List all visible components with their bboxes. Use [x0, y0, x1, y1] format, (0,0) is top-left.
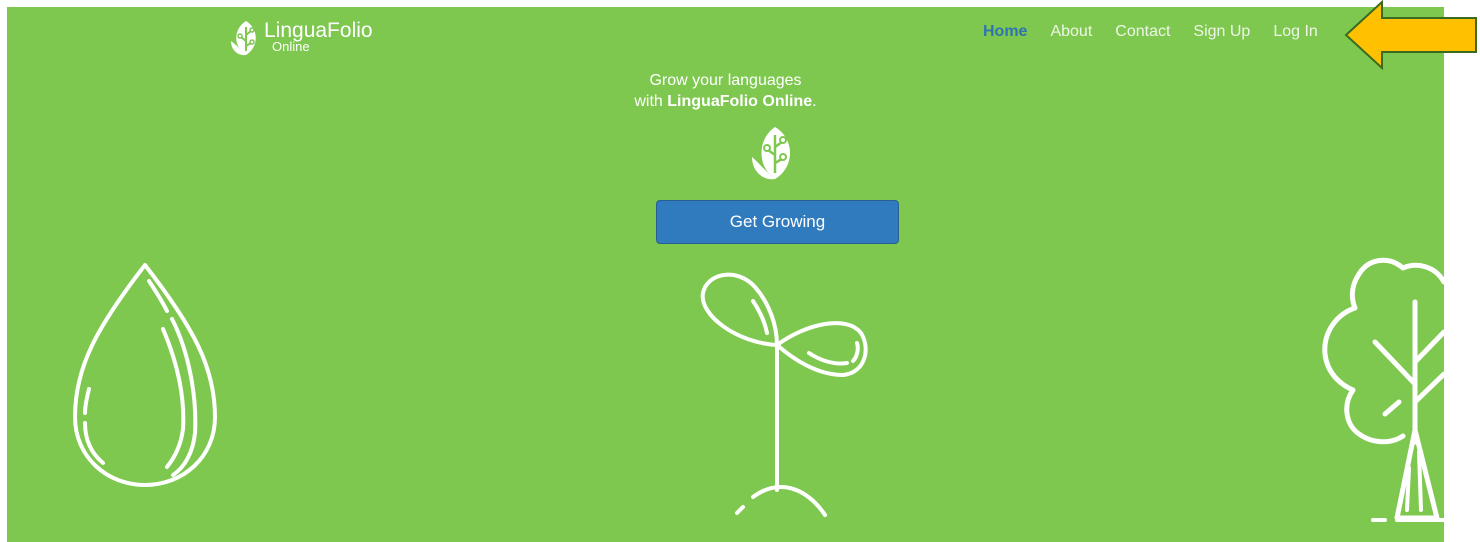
nav-sign-up[interactable]: Sign Up — [1185, 21, 1258, 43]
get-growing-button[interactable]: Get Growing — [656, 200, 899, 244]
hero-section: LinguaFolio Online Home About Contact Si… — [7, 7, 1444, 542]
nav-about[interactable]: About — [1042, 21, 1100, 43]
nav-contact[interactable]: Contact — [1107, 21, 1178, 43]
leaf-icon — [752, 127, 790, 180]
leaf-logo-icon — [231, 21, 256, 56]
page: LinguaFolio Online Home About Contact Si… — [0, 0, 1480, 542]
brand-logo[interactable]: LinguaFolio Online — [229, 19, 373, 57]
tagline-brand: LinguaFolio Online — [667, 93, 813, 110]
hero-tagline: Grow your languages with LinguaFolio Onl… — [7, 70, 1444, 112]
tagline-line2: with LinguaFolio Online. — [7, 91, 1444, 112]
nav-log-in[interactable]: Log In — [1265, 21, 1325, 43]
main-nav: Home About Contact Sign Up Log In — [975, 21, 1333, 43]
arrow-pointer — [1344, 0, 1477, 71]
sprout-illustration — [700, 272, 868, 517]
nav-home[interactable]: Home — [975, 21, 1035, 43]
tagline-prefix: with — [634, 93, 668, 110]
tree-illustration — [1322, 257, 1444, 522]
seed-illustration — [73, 263, 217, 487]
tagline-suffix: . — [812, 93, 817, 110]
tagline-line1: Grow your languages — [649, 72, 802, 89]
brand-text: LinguaFolio Online — [264, 19, 373, 53]
